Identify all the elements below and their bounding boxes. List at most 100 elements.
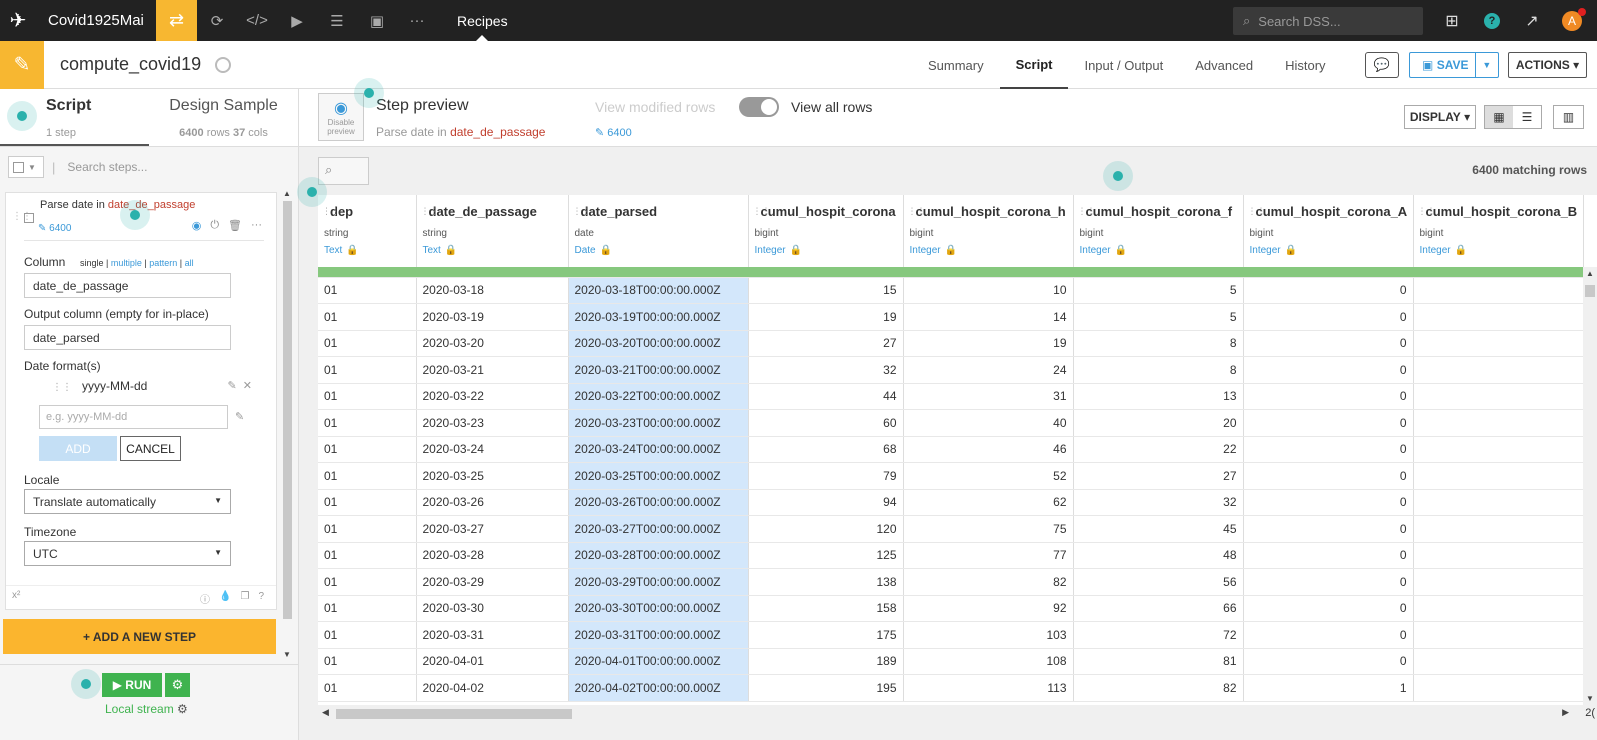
table-cell[interactable]: 32 <box>748 356 904 384</box>
table-cell[interactable]: 2020-03-24 <box>416 436 569 463</box>
table-row[interactable]: 01 2020-03-31 2020-03-31T00:00:00.000Z 175 1… <box>318 621 1584 649</box>
horizontal-scrollbar[interactable]: ◀ ▶ <box>318 706 1597 722</box>
table-cell[interactable]: 8 <box>1073 356 1244 384</box>
output-column-field[interactable]: date_parsed <box>24 325 231 350</box>
column-type[interactable]: bigint <box>1244 219 1413 239</box>
column-type[interactable]: bigint <box>1414 219 1583 239</box>
table-cell[interactable]: 2020-03-19 <box>416 303 569 331</box>
table-cell[interactable]: 66 <box>1073 595 1244 622</box>
bird-logo-icon[interactable]: ✈ <box>0 0 36 41</box>
table-cell[interactable]: 01 <box>318 277 417 304</box>
column-field[interactable]: date_de_passage <box>24 273 231 298</box>
tutorial-hotspot[interactable] <box>297 177 327 207</box>
table-cell[interactable]: 2020-03-25 <box>416 462 569 490</box>
scroll-down-icon[interactable]: ▼ <box>1586 694 1594 703</box>
table-cell[interactable]: 0 <box>1243 436 1414 463</box>
table-cell[interactable]: 19 <box>748 303 904 331</box>
project-name[interactable]: Covid1925Mai <box>36 12 156 29</box>
vertical-scrollbar[interactable]: ▲ ▼ <box>1583 267 1597 705</box>
tab-summary[interactable]: Summary <box>912 41 1000 89</box>
gear-icon[interactable]: ⚙ <box>165 673 190 697</box>
validity-bar[interactable] <box>416 267 569 278</box>
table-row[interactable]: 01 2020-03-26 2020-03-26T00:00:00.000Z 94 62… <box>318 489 1584 516</box>
tutorial-hotspot[interactable] <box>120 200 150 230</box>
table-row[interactable]: 01 2020-03-21 2020-03-21T00:00:00.000Z 32 24… <box>318 356 1584 384</box>
copy-icon[interactable]: ❐ <box>240 591 249 606</box>
pencil-icon[interactable]: ✎ <box>227 380 236 392</box>
column-type[interactable]: bigint <box>904 219 1073 239</box>
table-cell[interactable]: 32 <box>1073 489 1244 516</box>
table-cell[interactable]: 195 <box>748 674 904 702</box>
table-cell[interactable] <box>1413 621 1584 649</box>
scroll-left-icon[interactable]: ◀ <box>322 707 329 718</box>
table-cell[interactable]: 0 <box>1243 568 1414 596</box>
table-cell[interactable]: 2020-04-01 <box>416 648 569 675</box>
table-cell[interactable]: 2020-03-30T00:00:00.000Z <box>568 595 749 622</box>
step-search-input[interactable] <box>67 160 268 174</box>
table-cell[interactable]: 62 <box>903 489 1074 516</box>
table-row[interactable]: 01 2020-03-29 2020-03-29T00:00:00.000Z 138 8… <box>318 568 1584 596</box>
column-meaning[interactable]: Integer 🔒 <box>749 239 903 256</box>
table-cell[interactable]: 2020-03-29T00:00:00.000Z <box>568 568 749 596</box>
global-search[interactable]: ⌕ <box>1233 7 1423 35</box>
scroll-thumb[interactable] <box>283 201 292 619</box>
table-cell[interactable]: 45 <box>1073 515 1244 543</box>
table-cell[interactable]: 27 <box>748 330 904 357</box>
table-cell[interactable]: 01 <box>318 330 417 357</box>
display-dropdown[interactable]: DISPLAY ▾ <box>1404 105 1476 129</box>
validity-bar[interactable] <box>748 267 904 278</box>
locale-select[interactable]: Translate automatically <box>24 489 231 514</box>
table-cell[interactable] <box>1413 436 1584 463</box>
validity-bar[interactable] <box>1073 267 1244 278</box>
help-button[interactable]: ? <box>1472 12 1512 29</box>
table-row[interactable]: 01 2020-03-23 2020-03-23T00:00:00.000Z 60 40… <box>318 409 1584 437</box>
table-cell[interactable] <box>1413 277 1584 304</box>
table-cell[interactable]: 2020-03-22T00:00:00.000Z <box>568 383 749 410</box>
validity-bar[interactable] <box>318 267 417 278</box>
table-cell[interactable]: 01 <box>318 515 417 543</box>
column-meaning[interactable]: Text 🔒 <box>417 239 568 256</box>
table-cell[interactable]: 82 <box>903 568 1074 596</box>
view-all-rows[interactable]: View all rows <box>791 99 872 115</box>
flow-icon[interactable]: ⇄ <box>156 0 197 41</box>
table-cell[interactable]: 01 <box>318 489 417 516</box>
table-cell[interactable]: 2020-04-01T00:00:00.000Z <box>568 648 749 675</box>
table-cell[interactable]: 77 <box>903 542 1074 569</box>
table-cell[interactable]: 138 <box>748 568 904 596</box>
cycle-icon[interactable]: ⟳ <box>197 0 237 41</box>
table-view-icon[interactable]: ▦ <box>1485 106 1513 128</box>
table-cell[interactable]: 5 <box>1073 303 1244 331</box>
activity-icon[interactable]: ↗ <box>1512 11 1552 31</box>
mode-pattern[interactable]: pattern <box>149 258 177 268</box>
drag-handle-icon[interactable]: ⋮⋮ <box>1078 206 1096 217</box>
user-menu[interactable]: A <box>1552 7 1592 31</box>
column-meaning[interactable]: Integer 🔒 <box>904 239 1073 256</box>
validity-bar[interactable] <box>1413 267 1584 278</box>
table-cell[interactable]: 27 <box>1073 462 1244 490</box>
table-cell[interactable]: 2020-03-31 <box>416 621 569 649</box>
table-row[interactable]: 01 2020-03-19 2020-03-19T00:00:00.000Z 19 14… <box>318 303 1584 331</box>
table-cell[interactable]: 01 <box>318 568 417 596</box>
table-cell[interactable]: 31 <box>903 383 1074 410</box>
scroll-down-icon[interactable]: ▼ <box>283 650 291 659</box>
code-icon[interactable]: </> <box>237 0 277 41</box>
mode-all[interactable]: all <box>185 258 194 268</box>
column-type[interactable]: string <box>417 219 568 239</box>
table-cell[interactable]: 2020-03-26T00:00:00.000Z <box>568 489 749 516</box>
table-cell[interactable]: 0 <box>1243 621 1414 649</box>
scroll-right-icon[interactable]: ▶ <box>1562 707 1569 718</box>
table-cell[interactable]: 189 <box>748 648 904 675</box>
table-cell[interactable]: 0 <box>1243 462 1414 490</box>
table-cell[interactable]: 79 <box>748 462 904 490</box>
table-cell[interactable]: 2020-03-23T00:00:00.000Z <box>568 409 749 437</box>
drag-handle-icon[interactable]: ⋮⋮ <box>322 206 340 217</box>
table-cell[interactable]: 2020-03-24T00:00:00.000Z <box>568 436 749 463</box>
table-cell[interactable]: 46 <box>903 436 1074 463</box>
list-icon[interactable]: ☰ <box>1513 106 1541 128</box>
stack-icon[interactable]: ☰ <box>317 0 357 41</box>
table-cell[interactable]: 52 <box>903 462 1074 490</box>
table-cell[interactable]: 0 <box>1243 542 1414 569</box>
table-cell[interactable]: 01 <box>318 462 417 490</box>
drop-icon[interactable]: 💧 <box>219 591 231 606</box>
table-cell[interactable]: 2020-03-19T00:00:00.000Z <box>568 303 749 331</box>
